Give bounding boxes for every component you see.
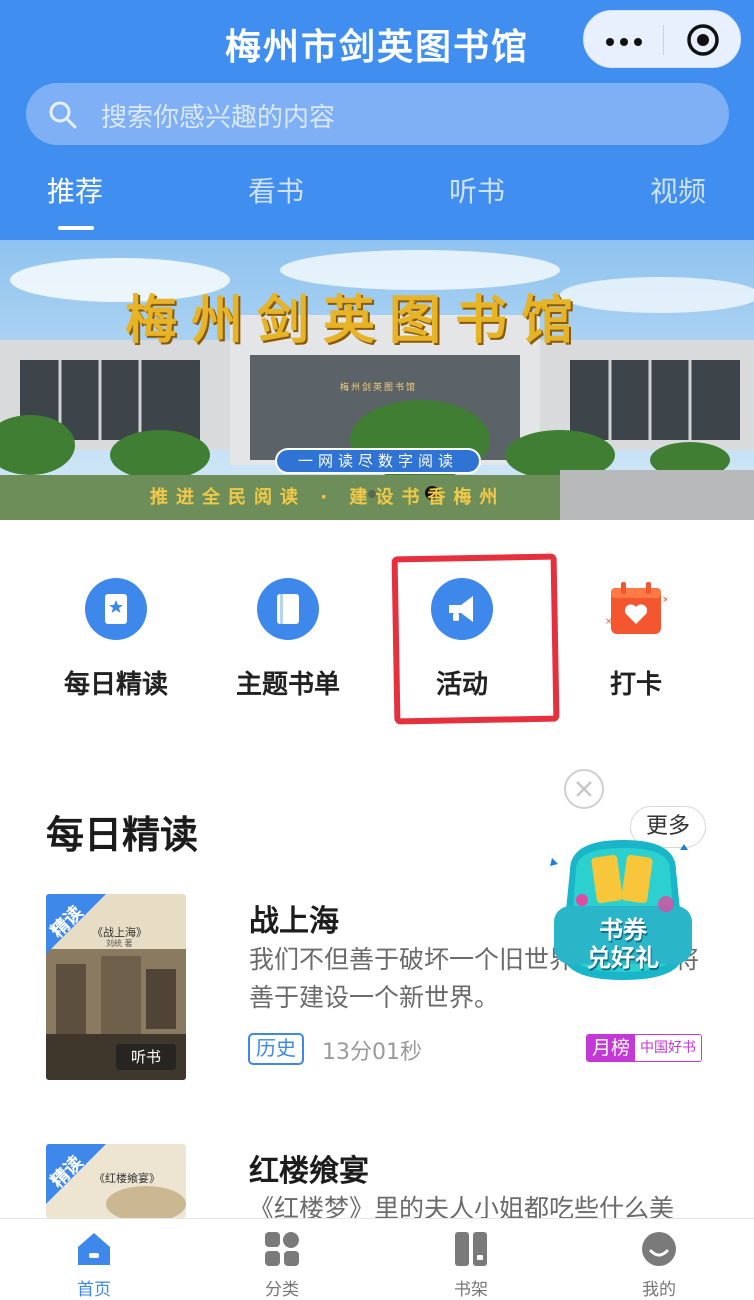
bookshelf-icon — [455, 1232, 487, 1266]
quick-link-theme-booklist[interactable] — [208, 578, 368, 640]
home-icon — [78, 1233, 110, 1265]
highlight-annotation-box — [391, 553, 560, 725]
tabbar-label-home[interactable]: 首页 — [34, 1275, 154, 1300]
profile-icon — [642, 1232, 676, 1266]
svg-text:×: × — [662, 595, 667, 605]
category-tag: 历史 — [248, 1033, 304, 1065]
banner-slogan: 推进全民阅读 · 建设书香梅州 — [150, 487, 506, 508]
tabbar-bookshelf[interactable] — [411, 1229, 531, 1273]
book-icon — [257, 578, 319, 640]
tabbar-label-category[interactable]: 分类 — [222, 1275, 342, 1300]
calendar-heart-icon: × × — [605, 582, 667, 634]
close-icon — [576, 781, 592, 797]
library-banner[interactable]: 梅州剑英图书馆 梅州剑英图书馆 一网读尽数字阅读 推进全民阅读 · 建设书香梅州 — [0, 240, 754, 520]
search-input[interactable]: 搜索你感兴趣的内容 — [26, 83, 729, 145]
book-title[interactable]: 战上海 — [249, 896, 339, 940]
book-cover[interactable]: 精读 《战上海》 刘统 著 听书 — [46, 894, 186, 1080]
tab-recommend[interactable]: 推荐 — [47, 170, 103, 210]
cover-author: 刘统 著 — [106, 939, 133, 948]
tabbar-category[interactable] — [222, 1229, 342, 1273]
search-icon — [49, 101, 77, 129]
voucher-promo-float[interactable]: 书券 兑好礼 — [546, 830, 700, 990]
miniprogram-capsule — [583, 10, 741, 68]
book-cover[interactable]: 精读 《红楼飨宴》 — [46, 1144, 186, 1218]
tabbar-label-profile[interactable]: 我的 — [599, 1275, 719, 1300]
quick-link-daily-reading[interactable] — [36, 578, 196, 640]
banner-pill: 一网读尽数字阅读 — [297, 452, 458, 470]
tabbar-home[interactable] — [34, 1229, 154, 1273]
book-star-icon — [85, 578, 147, 640]
section-title: 每日精读 — [46, 813, 199, 857]
active-tab-indicator — [58, 226, 94, 230]
tab-read[interactable]: 看书 — [248, 170, 304, 210]
close-promo-button[interactable] — [564, 769, 604, 809]
close-miniprogram-icon[interactable] — [686, 23, 720, 57]
quick-link-label: 打卡 — [609, 670, 662, 700]
duration-text: 13分01秒 — [322, 1040, 422, 1065]
grid-icon — [265, 1232, 299, 1266]
tab-video[interactable]: 视频 — [650, 170, 706, 210]
rank-label: 月榜 — [587, 1035, 636, 1061]
rank-badge: 月榜 中国好书 — [586, 1034, 703, 1062]
book-description: 《红楼梦》里的夫人小姐都吃些什么美 — [249, 1194, 675, 1218]
rank-source: 中国好书 — [635, 1035, 702, 1061]
svg-text:×: × — [605, 617, 613, 627]
quick-link-label: 主题书单 — [235, 670, 340, 700]
capsule-divider — [663, 25, 664, 55]
tabbar-profile[interactable] — [599, 1229, 719, 1273]
cover-title: 《红楼飨宴》 — [94, 1172, 160, 1185]
tab-listen[interactable]: 听书 — [449, 170, 505, 210]
promo-line2: 兑好礼 — [587, 944, 659, 972]
more-menu-icon[interactable] — [606, 38, 642, 46]
quick-link-label: 每日精读 — [63, 670, 168, 700]
tabbar-label-bookshelf[interactable]: 书架 — [411, 1275, 531, 1300]
book-title[interactable]: 红楼飨宴 — [249, 1146, 369, 1190]
quick-link-check-in[interactable]: × × — [556, 578, 716, 640]
banner-headline: 梅州剑英图书馆 — [125, 290, 588, 351]
bottom-tab-bar: 首页 分类 书架 我的 — [0, 1218, 754, 1300]
search-placeholder: 搜索你感兴趣的内容 — [101, 103, 336, 133]
listen-badge: 听书 — [116, 1044, 176, 1070]
building-sign: 梅州剑英图书馆 — [340, 383, 418, 393]
header: 梅州市剑英图书馆 搜索你感兴趣的内容 推荐 看书 听书 视频 — [0, 0, 754, 240]
